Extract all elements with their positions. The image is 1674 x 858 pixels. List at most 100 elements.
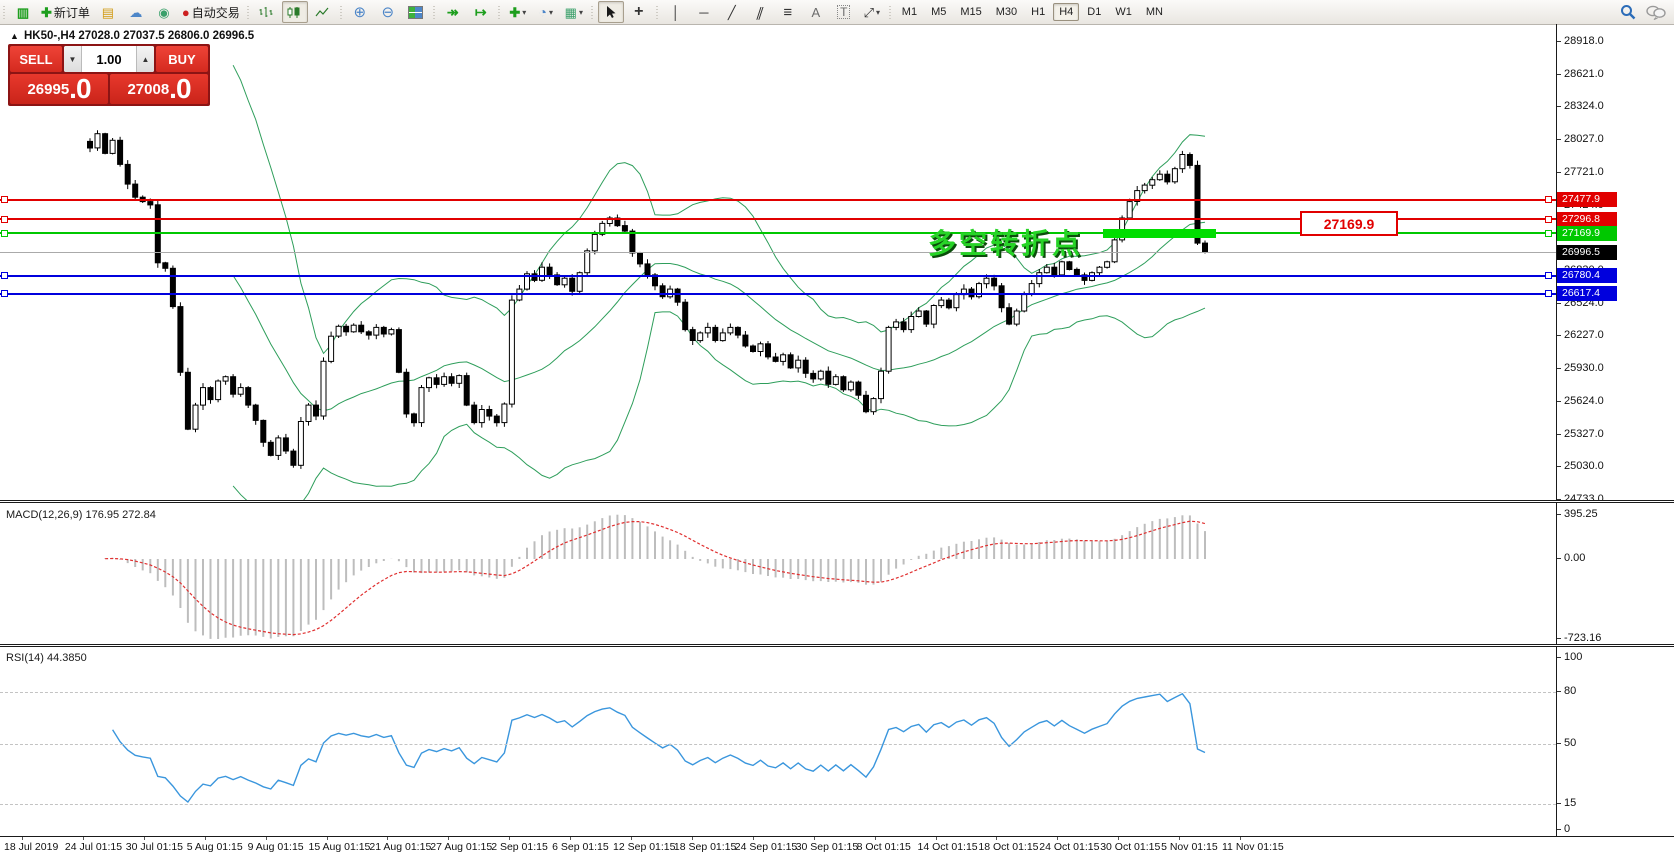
sell-price[interactable]: 26995.0	[10, 74, 108, 104]
timeframe-H4[interactable]: H4	[1053, 3, 1079, 21]
search-icon[interactable]	[1620, 4, 1636, 20]
trendline-button[interactable]: ╱	[719, 1, 745, 23]
autotrade-button[interactable]: ● 自动交易	[179, 1, 243, 23]
timeframe-M30[interactable]: M30	[990, 3, 1023, 21]
rsi-level-line	[0, 692, 1556, 693]
timeframe-M15[interactable]: M15	[954, 3, 987, 21]
text-button[interactable]: A	[803, 1, 829, 23]
price-level-tag[interactable]: 26780.4	[1557, 268, 1617, 283]
candlestick-chart-button[interactable]	[282, 1, 308, 23]
rsi-scale-tick: 15	[1564, 797, 1576, 809]
time-tick-mark	[631, 837, 632, 840]
line-handle[interactable]	[1545, 196, 1552, 203]
community-button[interactable]: ☁	[123, 1, 149, 23]
auto-scroll-button[interactable]: ↠	[440, 1, 466, 23]
sell-button[interactable]: SELL	[10, 46, 62, 72]
rsi-panel[interactable]	[0, 647, 1556, 836]
toolbar-grip[interactable]	[496, 4, 503, 20]
bar-chart-button[interactable]	[254, 1, 280, 23]
candle-body	[630, 231, 635, 253]
price-level-tag[interactable]: 26996.5	[1557, 245, 1617, 260]
crosshair-button[interactable]: +	[626, 1, 652, 23]
price-callout-box[interactable]: 27169.9	[1300, 211, 1398, 236]
price-level-tag[interactable]: 27477.9	[1557, 192, 1617, 207]
timeframe-M1[interactable]: M1	[896, 3, 923, 21]
candle-body	[298, 422, 303, 466]
panel-separator[interactable]	[0, 500, 1674, 503]
vertical-line-button[interactable]: │	[663, 1, 689, 23]
line-handle[interactable]	[1, 272, 8, 279]
buy-price[interactable]: 27008.0	[110, 74, 208, 104]
price-level-tag[interactable]: 27169.9	[1557, 226, 1617, 241]
rsi-label: RSI(14) 44.3850	[6, 652, 87, 664]
timeframe-MN[interactable]: MN	[1140, 3, 1169, 21]
highlight-green-bar[interactable]	[1103, 229, 1216, 238]
time-tick-mark	[22, 837, 23, 840]
time-axis[interactable]: 18 Jul 201924 Jul 01:1530 Jul 01:155 Aug…	[0, 837, 1674, 858]
price-level-line[interactable]	[0, 199, 1556, 201]
toolbar-grip[interactable]	[589, 4, 596, 20]
horizontal-line-button[interactable]: ─	[691, 1, 717, 23]
chart-annotation-text[interactable]: 多空转折点	[928, 222, 1083, 262]
line-handle[interactable]	[1545, 290, 1552, 297]
candle-body	[1150, 180, 1155, 186]
line-handle[interactable]	[1545, 272, 1552, 279]
timeframe-D1[interactable]: D1	[1081, 3, 1107, 21]
volume-increase-button[interactable]: ▲	[136, 46, 154, 72]
time-tick-label: 9 Aug 01:15	[248, 841, 304, 853]
time-tick-mark	[387, 837, 388, 840]
price-tick: 24733.0	[1564, 493, 1604, 505]
price-level-line[interactable]	[0, 252, 1556, 253]
candle-body	[638, 253, 643, 264]
price-level-tag[interactable]: 26617.4	[1557, 286, 1617, 301]
price-chart[interactable]	[0, 24, 1556, 500]
fibonacci-button[interactable]: ≡	[775, 1, 801, 23]
price-level-line[interactable]	[0, 275, 1556, 277]
line-handle[interactable]	[1, 290, 8, 297]
new-order-button[interactable]: ✚ 新订单	[38, 1, 93, 23]
price-level-line[interactable]	[0, 293, 1556, 295]
signals-button[interactable]: ◉	[151, 1, 177, 23]
volume-decrease-button[interactable]: ▼	[64, 46, 82, 72]
templates-button[interactable]: ▦▾	[561, 1, 587, 23]
line-handle[interactable]	[1545, 216, 1552, 223]
macd-panel[interactable]	[0, 503, 1556, 644]
toolbar-grip[interactable]	[1, 4, 8, 20]
timeframe-M5[interactable]: M5	[925, 3, 952, 21]
line-chart-button[interactable]	[310, 1, 336, 23]
one-click-collapse-toggle[interactable]: ▲	[10, 31, 19, 41]
line-handle[interactable]	[1545, 230, 1552, 237]
volume-field[interactable]: 1.00	[82, 46, 136, 72]
panel-separator[interactable]	[0, 644, 1674, 647]
chart-shift-button[interactable]: ↦	[468, 1, 494, 23]
cursor-button[interactable]	[598, 1, 624, 23]
buy-button[interactable]: BUY	[156, 46, 208, 72]
zoom-out-button[interactable]: ⊖	[375, 1, 401, 23]
toolbar-grip[interactable]	[887, 4, 894, 20]
shapes-button[interactable]: ⤢▾	[859, 1, 885, 23]
indicators-button[interactable]: ✚▾	[505, 1, 531, 23]
line-handle[interactable]	[1, 216, 8, 223]
channel-button[interactable]: ∥	[747, 1, 773, 23]
candle-body	[660, 286, 665, 297]
toolbox-button[interactable]: ▤	[95, 1, 121, 23]
line-handle[interactable]	[1, 196, 8, 203]
text-label-button[interactable]: T	[831, 1, 857, 23]
timeframe-H1[interactable]: H1	[1025, 3, 1051, 21]
timeframe-W1[interactable]: W1	[1109, 3, 1138, 21]
bollinger-lower-band	[233, 308, 1205, 500]
candle-body	[999, 286, 1004, 308]
periods-button[interactable]: ◔▾	[533, 1, 559, 23]
new-chart-button[interactable]: ▥	[10, 1, 36, 23]
zoom-in-button[interactable]: ⊕	[347, 1, 373, 23]
price-level-tag[interactable]: 27296.8	[1557, 212, 1617, 227]
toolbar-grip[interactable]	[654, 4, 661, 20]
toolbar-grip[interactable]	[338, 4, 345, 20]
tile-windows-button[interactable]	[403, 1, 429, 23]
time-tick-label: 24 Sep 01:15	[735, 841, 797, 853]
line-handle[interactable]	[1, 230, 8, 237]
candle-body	[924, 311, 929, 324]
chat-icon[interactable]	[1646, 5, 1666, 20]
toolbar-grip[interactable]	[431, 4, 438, 20]
toolbar-grip[interactable]	[245, 4, 252, 20]
